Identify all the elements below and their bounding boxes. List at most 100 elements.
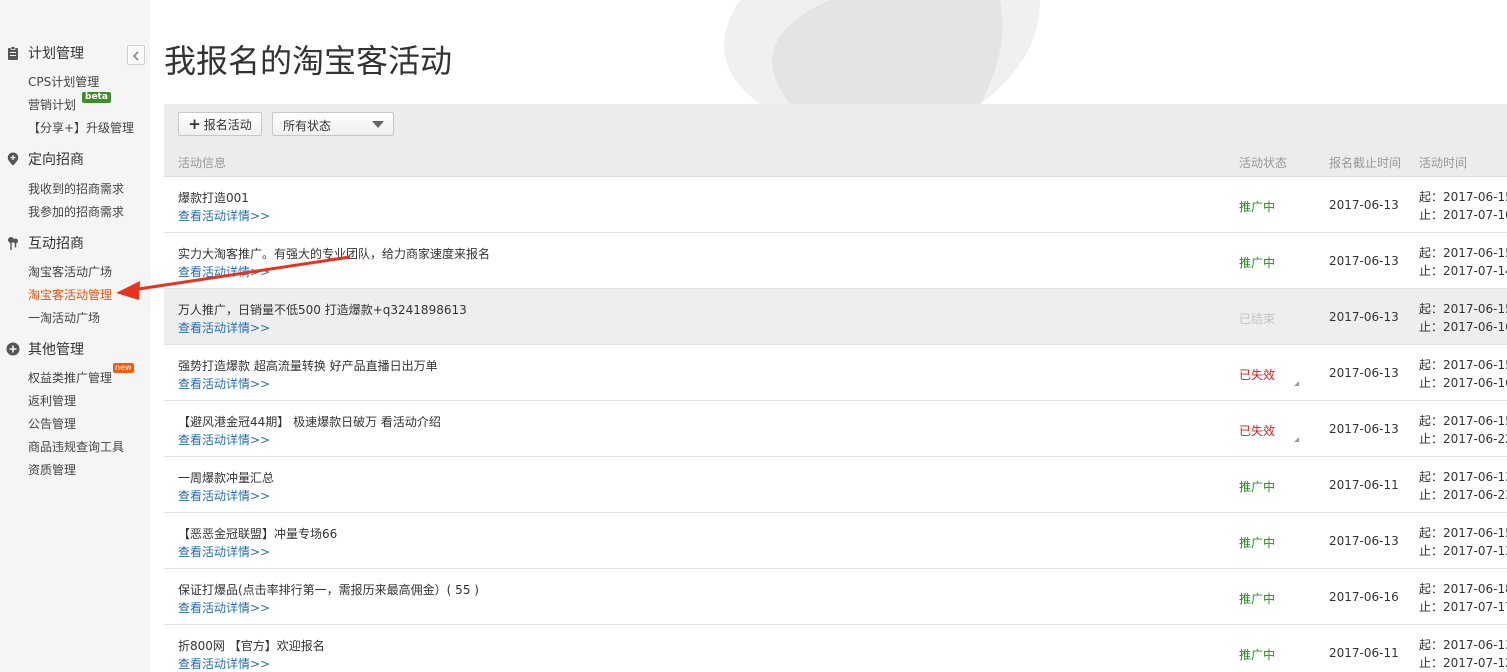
activity-start: 起：2017-06-13 xyxy=(1419,638,1507,652)
activity-name: 一周爆款冲量汇总 xyxy=(178,471,275,485)
sidebar-item-activity-square[interactable]: 淘宝客活动广场 xyxy=(28,263,112,280)
deadline-date: 2017-06-13 xyxy=(1329,254,1399,268)
activity-details-link[interactable]: 查看活动详情>> xyxy=(178,599,270,616)
status-label: 推广中 xyxy=(1239,648,1276,662)
section-title: 定向招商 xyxy=(28,152,84,168)
section-title: 互动招商 xyxy=(28,236,84,252)
activity-start: 起：2017-06-15 xyxy=(1419,526,1507,540)
activity-name: 保证打爆品(点击率排行第一，需报历来最高佣金）( 55 ) xyxy=(178,583,479,597)
activity-details-link[interactable]: 查看活动详情>> xyxy=(178,543,270,560)
activity-end: 止：2017-07-10 xyxy=(1419,208,1507,222)
plus-icon: + xyxy=(188,114,201,133)
activity-name: 实力大淘客推广。有强大的专业团队，给力商家速度来报名 xyxy=(178,247,491,261)
activity-end: 止：2017-07-13 xyxy=(1419,544,1507,558)
location-pin-icon xyxy=(6,152,20,166)
activity-details-link[interactable]: 查看活动详情>> xyxy=(178,319,270,336)
deadline-date: 2017-06-11 xyxy=(1329,646,1399,660)
collapse-sidebar-button[interactable] xyxy=(127,45,145,65)
clipboard-icon xyxy=(6,46,20,60)
sidebar-item-rights-promotion[interactable]: 权益类推广管理new xyxy=(28,363,134,386)
table-row: 万人推广，日销量不低500 打造爆款+q3241898613 查看活动详情>> 已结… xyxy=(164,289,1507,345)
table-row: 【避风港金冠44期】 极速爆款日破万 看活动介绍 查看活动详情>> 已失效 2017-… xyxy=(164,401,1507,457)
deadline-date: 2017-06-13 xyxy=(1329,310,1399,324)
sidebar-item-violation-query[interactable]: 商品违规查询工具 xyxy=(28,438,124,455)
header-activity-status: 活动状态 xyxy=(1239,156,1288,170)
table-row: 保证打爆品(点击率排行第一，需报历来最高佣金）( 55 ) 查看活动详情>> 推广中… xyxy=(164,569,1507,625)
activity-name: 万人推广，日销量不低500 打造爆款+q3241898613 xyxy=(178,303,467,317)
sidebar-item-qualification[interactable]: 资质管理 xyxy=(28,461,76,478)
status-label: 已失效 xyxy=(1239,424,1276,438)
activity-start: 起：2017-06-13 xyxy=(1419,470,1507,484)
sidebar-item-etao-square[interactable]: 一淘活动广场 xyxy=(28,309,100,326)
status-label: 推广中 xyxy=(1239,536,1276,550)
activity-start: 起：2017-06-15 xyxy=(1419,358,1507,372)
corner-indicator-icon xyxy=(1294,381,1299,386)
header-deadline: 报名截止时间 xyxy=(1329,156,1402,170)
section-title: 计划管理 xyxy=(28,46,84,62)
deadline-date: 2017-06-13 xyxy=(1329,366,1399,380)
activity-end: 止：2017-07-17 xyxy=(1419,600,1507,614)
sidebar-item-label: 营销计划 xyxy=(28,98,77,112)
activity-name: 折800网 【官方】欢迎报名 xyxy=(178,639,325,653)
deadline-date: 2017-06-13 xyxy=(1329,198,1399,212)
section-title: 其他管理 xyxy=(28,342,84,358)
table-row: 折800网 【官方】欢迎报名 查看活动详情>> 推广中 2017-06-11 起：201… xyxy=(164,625,1507,672)
status-filter-select[interactable]: 所有状态 xyxy=(272,112,394,136)
status-label: 推广中 xyxy=(1239,256,1276,270)
activity-details-link[interactable]: 查看活动详情>> xyxy=(178,207,270,224)
deadline-date: 2017-06-11 xyxy=(1329,478,1399,492)
table-row: 【恶恶金冠联盟】冲量专场66 查看活动详情>> 推广中 2017-06-13 起：201… xyxy=(164,513,1507,569)
add-activity-button[interactable]: + 报名活动 xyxy=(178,112,262,136)
activity-start: 起：2017-06-18 xyxy=(1419,582,1507,596)
pushpin-icon xyxy=(6,236,20,250)
activity-end: 止：2017-06-23 xyxy=(1419,488,1507,502)
deadline-date: 2017-06-16 xyxy=(1329,590,1399,604)
sidebar-item-received-requests[interactable]: 我收到的招商需求 xyxy=(28,180,124,197)
activity-start: 起：2017-06-15 xyxy=(1419,414,1507,428)
table-row: 爆款打造001 查看活动详情>> 推广中 2017-06-13 起：2017-06-15… xyxy=(164,177,1507,233)
section-other-management[interactable]: 其他管理 xyxy=(6,339,84,359)
sidebar: 计划管理 CPS计划管理 营销计划 beta 【分享+】升级管理 定向招商 我收到… xyxy=(0,0,150,672)
status-label: 推广中 xyxy=(1239,592,1276,606)
table-header: 活动信息 活动状态 报名截止时间 活动时间 xyxy=(164,151,1507,177)
table-row: 实力大淘客推广。有强大的专业团队，给力商家速度来报名 查看活动详情>> 推广中 201… xyxy=(164,233,1507,289)
sidebar-item-rebate[interactable]: 返利管理 xyxy=(28,392,76,409)
activity-name: 【避风港金冠44期】 极速爆款日破万 看活动介绍 xyxy=(178,415,441,429)
sidebar-item-joined-requests[interactable]: 我参加的招商需求 xyxy=(28,203,124,220)
section-targeted-recruitment[interactable]: 定向招商 xyxy=(6,149,84,169)
toolbar: + 报名活动 所有状态 xyxy=(164,104,1507,151)
activity-start: 起：2017-06-15 xyxy=(1419,302,1507,316)
activity-details-link[interactable]: 查看活动详情>> xyxy=(178,655,270,672)
page-title: 我报名的淘宝客活动 xyxy=(164,42,453,80)
activity-start: 起：2017-06-15 xyxy=(1419,190,1507,204)
sidebar-item-marketing-plan[interactable]: 营销计划 beta xyxy=(28,92,111,113)
sidebar-item-activity-management[interactable]: 淘宝客活动管理 xyxy=(28,286,112,303)
sidebar-item-announcements[interactable]: 公告管理 xyxy=(28,415,76,432)
activity-end: 止：2017-06-16 xyxy=(1419,320,1507,334)
activity-end: 止：2017-06-16 xyxy=(1419,376,1507,390)
plus-circle-icon xyxy=(6,342,20,356)
activity-details-link[interactable]: 查看活动详情>> xyxy=(178,263,270,280)
section-interactive-recruitment[interactable]: 互动招商 xyxy=(6,233,84,253)
status-filter-value: 所有状态 xyxy=(283,119,332,133)
activity-details-link[interactable]: 查看活动详情>> xyxy=(178,431,270,448)
caret-down-icon xyxy=(372,121,384,128)
sidebar-item-cps-plan[interactable]: CPS计划管理 xyxy=(28,73,99,90)
activity-start: 起：2017-06-15 xyxy=(1419,246,1507,260)
activity-panel: + 报名活动 所有状态 活动信息 活动状态 报名截止时间 活动时间 爆款打造00… xyxy=(164,104,1507,672)
add-activity-label: 报名活动 xyxy=(203,117,252,132)
activity-details-link[interactable]: 查看活动详情>> xyxy=(178,487,270,504)
header-activity-info: 活动信息 xyxy=(178,156,227,170)
corner-indicator-icon xyxy=(1294,437,1299,442)
deadline-date: 2017-06-13 xyxy=(1329,422,1399,436)
header-activity-time: 活动时间 xyxy=(1419,156,1468,170)
activity-name: 强势打造爆款 超高流量转换 好产品直播日出万单 xyxy=(178,359,438,373)
sidebar-item-share-upgrade[interactable]: 【分享+】升级管理 xyxy=(28,119,134,136)
status-label: 已失效 xyxy=(1239,368,1276,382)
activity-details-link[interactable]: 查看活动详情>> xyxy=(178,375,270,392)
table-row: 强势打造爆款 超高流量转换 好产品直播日出万单 查看活动详情>> 已失效 2017-0… xyxy=(164,345,1507,401)
section-plan-management[interactable]: 计划管理 xyxy=(6,43,84,63)
table-row: 一周爆款冲量汇总 查看活动详情>> 推广中 2017-06-11 起：2017-06-1… xyxy=(164,457,1507,513)
status-label: 推广中 xyxy=(1239,200,1276,214)
status-label: 推广中 xyxy=(1239,480,1276,494)
